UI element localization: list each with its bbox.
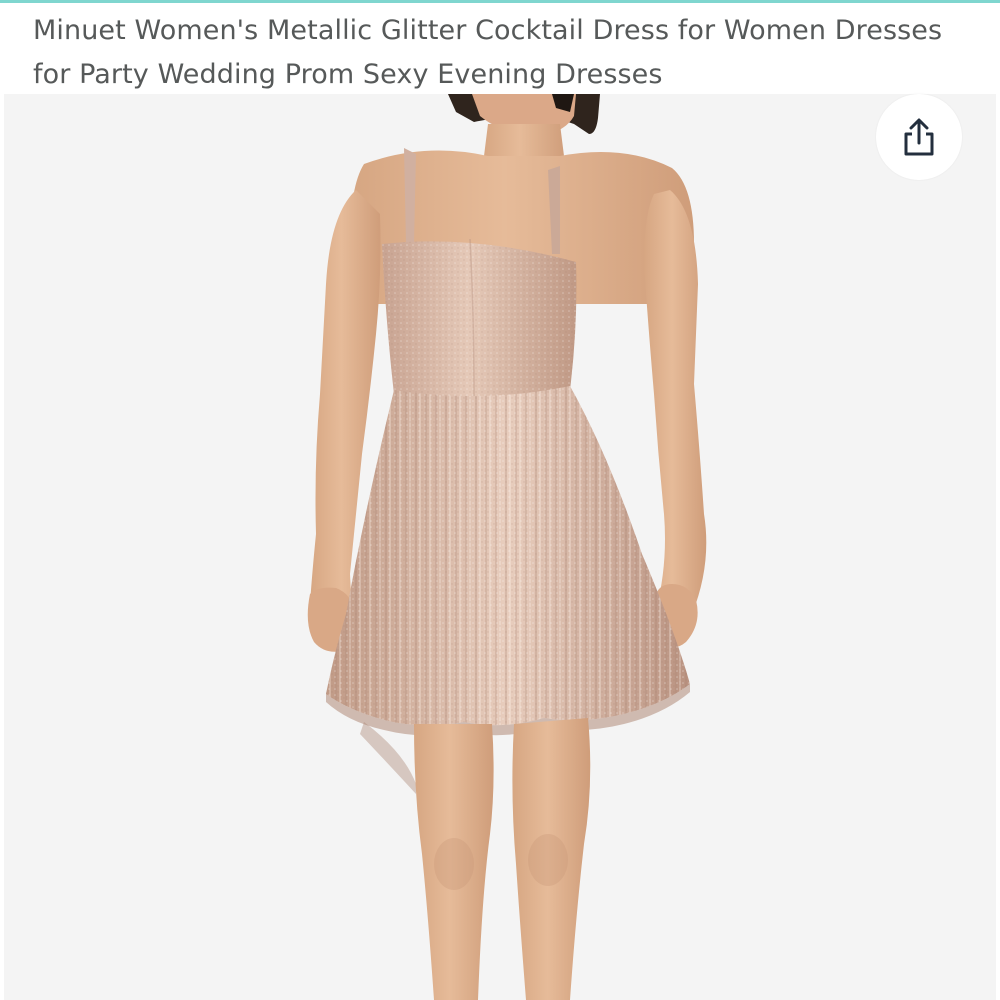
product-image[interactable] [4, 94, 996, 1000]
share-icon [904, 118, 934, 156]
product-detail-screen: Minuet Women's Metallic Glitter Cocktail… [0, 0, 1000, 1000]
product-image-area[interactable] [4, 94, 996, 1000]
product-title: Minuet Women's Metallic Glitter Cocktail… [33, 15, 943, 90]
share-button[interactable] [876, 94, 962, 180]
image-right-edge [996, 94, 1000, 1000]
title-area: Minuet Women's Metallic Glitter Cocktail… [0, 3, 1000, 94]
